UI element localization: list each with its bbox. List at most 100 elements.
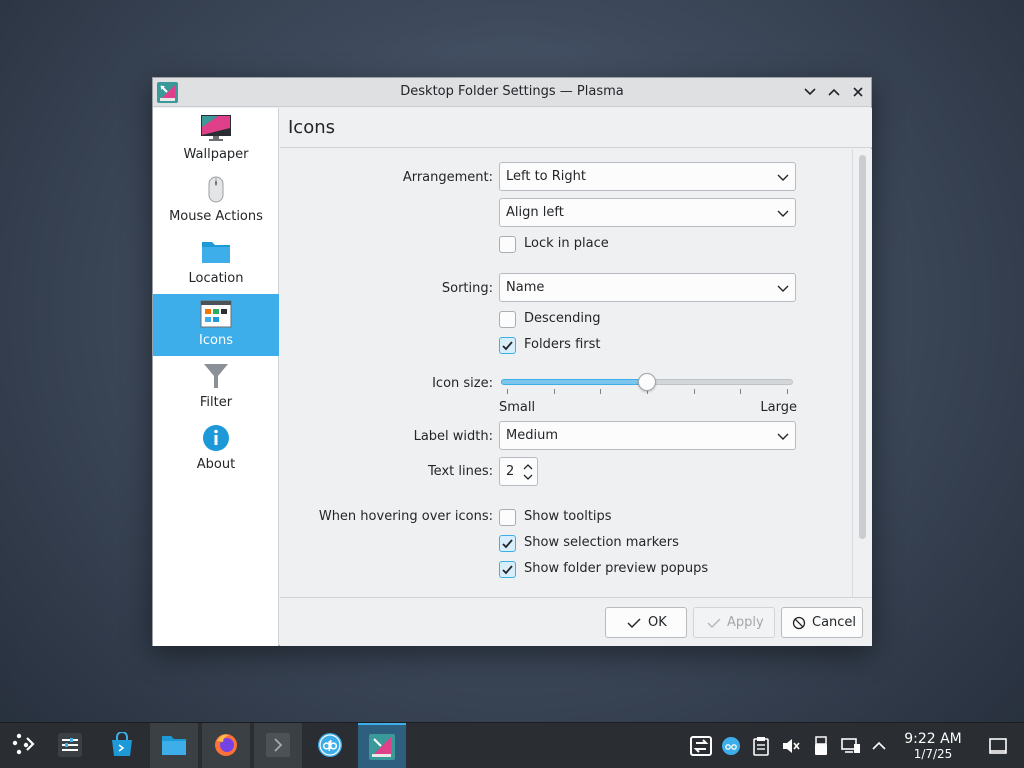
sidebar-item-label: About bbox=[196, 457, 236, 472]
clock-date: 1/7/25 bbox=[913, 747, 953, 761]
mouse-icon bbox=[208, 176, 224, 203]
settings-window: Desktop Folder Settings — Plasma Wallpap… bbox=[152, 77, 872, 646]
checkmark-icon bbox=[502, 565, 513, 575]
sidebar-item-filter[interactable]: Filter bbox=[153, 356, 279, 418]
clipboard-icon[interactable] bbox=[750, 735, 772, 757]
sidebar-item-label: Icons bbox=[199, 333, 233, 348]
slider-tick bbox=[787, 389, 788, 394]
application-launcher[interactable] bbox=[0, 723, 48, 768]
digital-clock[interactable]: 9:22 AM 1/7/25 bbox=[896, 732, 970, 762]
maximize-icon[interactable] bbox=[825, 83, 843, 101]
taskbar-konsole[interactable] bbox=[254, 723, 302, 768]
arrangement-value: Left to Right bbox=[506, 169, 587, 184]
firefox-icon bbox=[215, 734, 237, 756]
show-desktop-icon[interactable] bbox=[987, 735, 1009, 757]
sorting-label: Sorting: bbox=[441, 281, 493, 296]
icons-settings-form: Arrangement: Left to Right Align left Lo… bbox=[280, 149, 852, 597]
sidebar-item-label: Wallpaper bbox=[183, 147, 249, 162]
checkbox-box bbox=[499, 311, 516, 328]
checkmark-icon bbox=[502, 539, 513, 549]
plasma-app-icon bbox=[369, 734, 395, 760]
checkbox-label: Show tooltips bbox=[524, 509, 612, 524]
network-wired-icon[interactable] bbox=[840, 735, 862, 757]
checkbox-box bbox=[499, 236, 516, 253]
ok-button[interactable]: OK bbox=[605, 607, 687, 638]
volume-muted-icon[interactable] bbox=[780, 735, 802, 757]
checkbox-box bbox=[499, 535, 516, 552]
sorting-combo[interactable]: Name bbox=[499, 273, 796, 302]
cancel-button-label: Cancel bbox=[812, 615, 857, 630]
checkbox-box bbox=[499, 561, 516, 578]
chevron-up-icon[interactable] bbox=[868, 735, 890, 757]
icon-size-slider[interactable] bbox=[499, 371, 796, 397]
chevron-down-icon bbox=[777, 285, 789, 292]
minimize-icon[interactable] bbox=[801, 83, 819, 101]
cancel-icon bbox=[792, 616, 806, 630]
qbittorrent-tray-icon[interactable] bbox=[720, 735, 742, 757]
arrangement-combo[interactable]: Left to Right bbox=[499, 162, 796, 191]
label-width-value: Medium bbox=[506, 428, 558, 443]
dialog-button-bar: OK Apply Cancel bbox=[280, 597, 872, 646]
vertical-scrollbar[interactable] bbox=[852, 149, 872, 597]
sidebar: Wallpaper Mouse Actions Location Icons F… bbox=[153, 108, 279, 646]
qbittorrent-icon bbox=[318, 733, 342, 757]
text-lines-spinbox[interactable]: 2 bbox=[499, 457, 538, 486]
taskbar: 9:22 AM 1/7/25 bbox=[0, 722, 1024, 768]
steam-tray-icon[interactable] bbox=[690, 735, 712, 757]
taskbar-discover[interactable] bbox=[98, 723, 146, 768]
sidebar-item-icons[interactable]: Icons bbox=[153, 294, 279, 356]
checkmark-icon bbox=[707, 618, 721, 629]
cancel-button[interactable]: Cancel bbox=[781, 607, 863, 638]
arrangement-label: Arrangement: bbox=[402, 170, 493, 185]
taskbar-system-settings[interactable] bbox=[46, 723, 94, 768]
apply-button[interactable]: Apply bbox=[693, 607, 775, 638]
apply-button-label: Apply bbox=[727, 615, 764, 630]
icon-size-min-label: Small bbox=[499, 400, 536, 415]
icons-view-icon bbox=[200, 300, 232, 328]
taskbar-qbittorrent[interactable] bbox=[306, 723, 354, 768]
checkmark-icon bbox=[502, 341, 513, 351]
text-lines-value: 2 bbox=[506, 464, 515, 479]
terminal-icon bbox=[266, 733, 290, 757]
scrollbar-thumb[interactable] bbox=[859, 155, 866, 539]
taskbar-dolphin[interactable] bbox=[150, 723, 198, 768]
alignment-value: Align left bbox=[506, 205, 564, 220]
usb-device-icon[interactable] bbox=[810, 735, 832, 757]
label-width-label: Label width: bbox=[413, 429, 493, 444]
slider-tick bbox=[600, 389, 601, 394]
sidebar-item-mouse-actions[interactable]: Mouse Actions bbox=[153, 170, 279, 232]
title-bar[interactable]: Desktop Folder Settings — Plasma bbox=[153, 78, 871, 107]
close-icon[interactable] bbox=[849, 83, 867, 101]
page-header: Icons bbox=[280, 108, 872, 148]
sidebar-item-location[interactable]: Location bbox=[153, 232, 279, 294]
settings-sliders-icon bbox=[58, 733, 82, 757]
ok-button-label: OK bbox=[648, 615, 667, 630]
window-title: Desktop Folder Settings — Plasma bbox=[400, 84, 624, 99]
slider-fill bbox=[501, 379, 648, 385]
checkbox-box bbox=[499, 337, 516, 354]
page-title: Icons bbox=[288, 117, 336, 138]
taskbar-plasma-settings[interactable] bbox=[358, 723, 406, 768]
shopping-bag-icon bbox=[112, 732, 132, 756]
slider-tick bbox=[740, 389, 741, 394]
spin-arrows-icon[interactable] bbox=[522, 461, 534, 483]
funnel-icon bbox=[204, 364, 228, 388]
slider-handle[interactable] bbox=[638, 373, 656, 391]
label-width-combo[interactable]: Medium bbox=[499, 421, 796, 450]
taskbar-firefox[interactable] bbox=[202, 723, 250, 768]
sidebar-item-wallpaper[interactable]: Wallpaper bbox=[153, 108, 279, 170]
sidebar-item-about[interactable]: About bbox=[153, 418, 279, 480]
checkbox-label: Descending bbox=[524, 311, 601, 326]
checkmark-icon bbox=[627, 618, 641, 629]
hover-label: When hovering over icons: bbox=[318, 509, 493, 524]
monitor-icon bbox=[201, 115, 231, 141]
checkbox-label: Folders first bbox=[524, 337, 601, 352]
sorting-value: Name bbox=[506, 280, 545, 295]
steamdeck-launcher-icon bbox=[12, 733, 35, 755]
clock-time: 9:22 AM bbox=[904, 731, 962, 747]
icon-size-label: Icon size: bbox=[432, 376, 493, 391]
alignment-combo[interactable]: Align left bbox=[499, 198, 796, 227]
checkbox-box bbox=[499, 509, 516, 526]
chevron-down-icon bbox=[777, 433, 789, 440]
chevron-down-icon bbox=[777, 174, 789, 181]
